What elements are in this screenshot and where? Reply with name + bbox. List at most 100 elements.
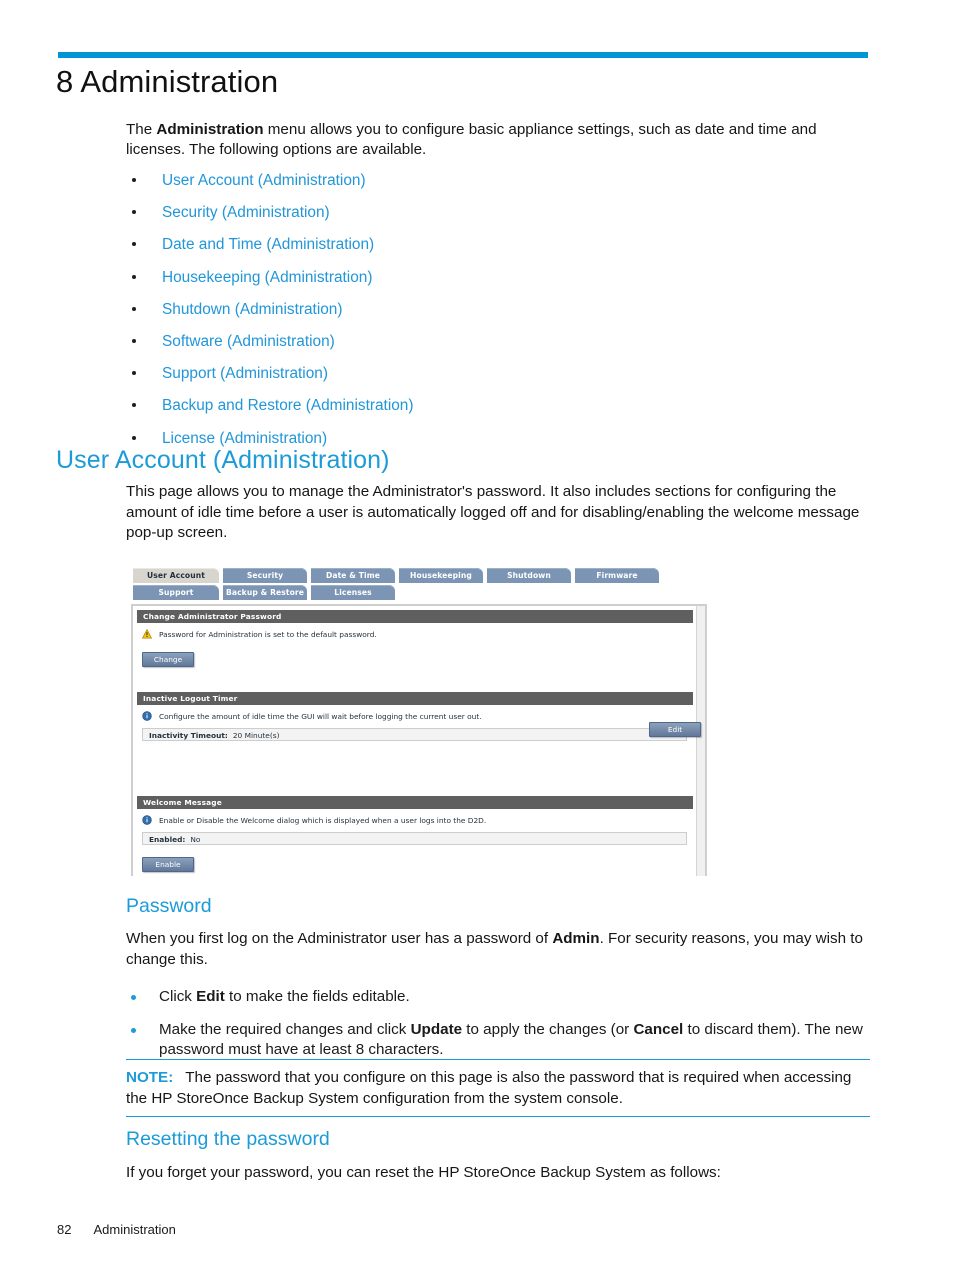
- list-item: Software (Administration): [126, 333, 871, 351]
- list-item: Security (Administration): [126, 204, 871, 222]
- info-icon: [142, 711, 152, 721]
- password-intro-bold: Admin: [552, 930, 600, 947]
- step-2-bold-cancel: Cancel: [633, 1020, 684, 1038]
- info-message-row: Enable or Disable the Welcome dialog whi…: [137, 809, 693, 826]
- group-change-administrator-password: Change Administrator Password Password f…: [137, 610, 693, 679]
- step-2-bold-update: Update: [410, 1020, 463, 1038]
- warning-message-row: Password for Administration is set to th…: [137, 623, 693, 640]
- bullet-icon: [132, 178, 136, 182]
- page-footer: 82 Administration: [57, 1222, 176, 1237]
- list-item: Shutdown (Administration): [126, 301, 871, 319]
- warning-icon: [142, 629, 152, 639]
- bullet-icon: [132, 403, 136, 408]
- tab-date-and-time[interactable]: Date & Time: [311, 568, 395, 583]
- list-item: Click Edit to make the fields editable.: [126, 987, 871, 1008]
- section-body-user-account: This page allows you to manage the Admin…: [126, 483, 860, 541]
- document-page: 8 Administration The Administration menu…: [0, 0, 954, 1271]
- info-message-row: Configure the amount of idle time the GU…: [137, 705, 693, 722]
- note-text: The password that you configure on this …: [126, 1069, 852, 1107]
- welcome-enabled-field[interactable]: Enabled: No: [142, 832, 687, 845]
- enable-button[interactable]: Enable: [142, 857, 194, 872]
- note-block: NOTE: The password that you configure on …: [126, 1059, 870, 1117]
- bullet-icon: [132, 371, 136, 376]
- footer-page-number: 82: [57, 1222, 72, 1237]
- tab-housekeeping[interactable]: Housekeeping: [399, 568, 483, 583]
- link-security[interactable]: Security (Administration): [162, 204, 330, 221]
- intro-block: The Administration menu allows you to co…: [126, 120, 871, 462]
- footer-chapter-name: Administration: [93, 1222, 176, 1237]
- group-inactive-logout-timer: Inactive Logout Timer Configure the amou…: [137, 692, 701, 783]
- tab-bar-row-1: User Account Security Date & Time Housek…: [133, 568, 705, 583]
- intro-lead-bold: Administration: [156, 121, 264, 138]
- list-item: User Account (Administration): [126, 172, 871, 190]
- bullet-icon: [131, 995, 136, 1000]
- bullet-icon: [132, 306, 136, 311]
- intro-lead-pre: The: [126, 121, 157, 138]
- note-content: NOTE: The password that you configure on …: [126, 1060, 870, 1116]
- link-support[interactable]: Support (Administration): [162, 365, 328, 382]
- screenshot-canvas: User Account Security Date & Time Housek…: [131, 566, 707, 876]
- tab-user-account[interactable]: User Account: [133, 568, 219, 583]
- enable-button-wrap: Enable: [137, 845, 693, 872]
- info-message-text: Configure the amount of idle time the GU…: [159, 712, 482, 721]
- group-welcome-message: Welcome Message Enable or Disable the We…: [137, 796, 693, 876]
- tab-backup-and-restore[interactable]: Backup & Restore: [223, 585, 307, 600]
- tab-bar-row-2: Support Backup & Restore Licenses: [133, 585, 705, 600]
- step-2-mid: to apply the changes (or: [462, 1020, 634, 1038]
- link-software[interactable]: Software (Administration): [162, 333, 335, 350]
- panel-scrollbar[interactable]: [696, 606, 705, 876]
- edit-button[interactable]: Edit: [649, 722, 701, 737]
- list-item: Backup and Restore (Administration): [126, 397, 871, 415]
- welcome-enabled-value: No: [190, 835, 201, 844]
- change-button[interactable]: Change: [142, 652, 194, 667]
- bullet-icon: [132, 435, 136, 440]
- link-user-account[interactable]: User Account (Administration): [162, 172, 366, 189]
- intro-paragraph: The Administration menu allows you to co…: [126, 120, 871, 160]
- step-1-bold-edit: Edit: [196, 988, 225, 1005]
- change-button-wrap: Change: [137, 640, 693, 667]
- timeout-field-wrap: Inactivity Timeout: 20 Minute(s): [137, 722, 693, 741]
- note-rule-bottom: [126, 1116, 870, 1117]
- link-housekeeping[interactable]: Housekeeping (Administration): [162, 269, 372, 286]
- enabled-field-wrap: Enabled: No: [137, 826, 693, 845]
- tab-firmware[interactable]: Firmware: [575, 568, 659, 583]
- group-title: Change Administrator Password: [137, 610, 693, 623]
- tab-support[interactable]: Support: [133, 585, 219, 600]
- section-heading-user-account: User Account (Administration): [56, 446, 390, 474]
- note-label: NOTE:: [126, 1069, 174, 1086]
- link-shutdown[interactable]: Shutdown (Administration): [162, 301, 343, 318]
- resetting-intro-paragraph: If you forget your password, you can res…: [126, 1164, 721, 1181]
- group-title: Welcome Message: [137, 796, 693, 809]
- step-1-pre: Click: [159, 988, 197, 1005]
- subsection-heading-resetting-the-password: Resetting the password: [126, 1128, 330, 1150]
- warning-message-text: Password for Administration is set to th…: [159, 630, 377, 639]
- welcome-enabled-label: Enabled:: [149, 835, 186, 844]
- link-license[interactable]: License (Administration): [162, 430, 327, 447]
- tab-licenses[interactable]: Licenses: [311, 585, 395, 600]
- group-body: Enable or Disable the Welcome dialog whi…: [137, 809, 693, 876]
- tab-shutdown[interactable]: Shutdown: [487, 568, 571, 583]
- step-2-pre: Make the required changes and click: [159, 1020, 411, 1038]
- inactivity-timeout-value: 20 Minute(s): [232, 731, 280, 740]
- list-item: Date and Time (Administration): [126, 236, 871, 254]
- bullet-icon: [131, 1027, 136, 1033]
- group-body: Configure the amount of idle time the GU…: [137, 705, 701, 783]
- inactivity-timeout-field[interactable]: Inactivity Timeout: 20 Minute(s): [142, 728, 687, 741]
- bullet-icon: [132, 274, 136, 279]
- link-backup-and-restore[interactable]: Backup and Restore (Administration): [162, 397, 414, 414]
- link-date-and-time[interactable]: Date and Time (Administration): [162, 236, 374, 253]
- list-item: Support (Administration): [126, 365, 871, 383]
- list-item: Housekeeping (Administration): [126, 269, 871, 287]
- list-item: License (Administration): [126, 430, 871, 448]
- administration-options-list: User Account (Administration) Security (…: [126, 172, 871, 448]
- password-intro-paragraph: When you first log on the Administrator …: [126, 929, 871, 970]
- bullet-icon: [132, 210, 136, 215]
- tab-security[interactable]: Security: [223, 568, 307, 583]
- info-message-text: Enable or Disable the Welcome dialog whi…: [159, 816, 487, 825]
- embedded-screenshot-user-account: User Account Security Date & Time Housek…: [131, 566, 707, 876]
- subsection-heading-password: Password: [126, 895, 212, 917]
- bullet-icon: [132, 242, 136, 247]
- header-accent-rule: [58, 52, 868, 58]
- info-icon: [142, 815, 152, 825]
- tab-panel: Change Administrator Password Password f…: [131, 604, 707, 876]
